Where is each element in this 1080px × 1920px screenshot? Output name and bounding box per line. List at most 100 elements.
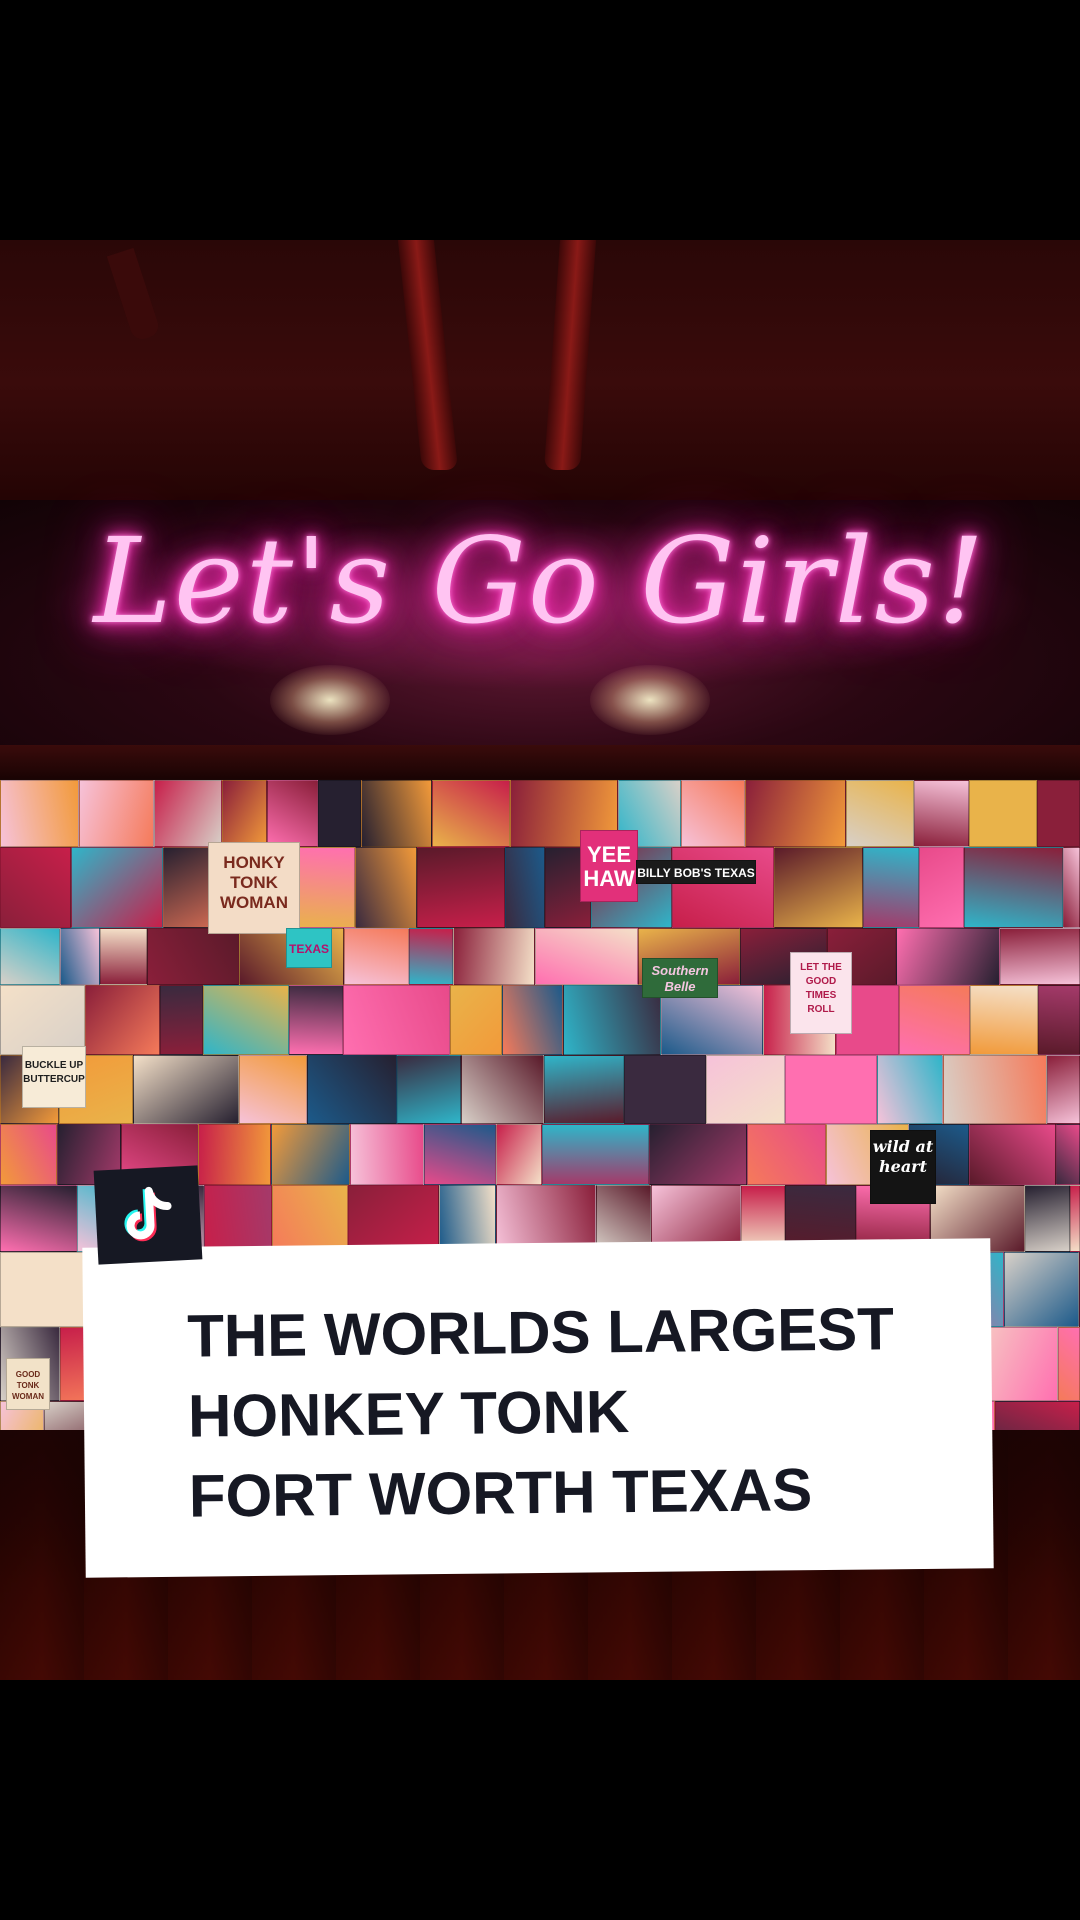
- collage-photo: [943, 1055, 1047, 1124]
- collage-photo: [60, 928, 100, 985]
- collage-photo: [348, 1185, 439, 1252]
- tiktok-badge: [93, 1165, 203, 1265]
- neon-sign: Let's Go Girls!: [93, 512, 987, 650]
- collage-photo: [0, 1124, 57, 1185]
- collage-photo: [355, 847, 417, 928]
- collage-photo: [85, 985, 160, 1055]
- collage-photo: [1047, 1055, 1080, 1124]
- collage-photo: [1000, 928, 1080, 985]
- collage-photo: [649, 1124, 747, 1185]
- collage-photo: [747, 1124, 826, 1185]
- collage-photo: [995, 1401, 1080, 1430]
- collage-photo: [100, 928, 147, 985]
- collage-photo: [0, 1185, 77, 1252]
- collage-photo: [318, 780, 361, 847]
- collage-photo: [0, 985, 85, 1055]
- collage-photo: [0, 780, 79, 847]
- collage-sign: wild at heart: [870, 1130, 936, 1204]
- collage-photo: [502, 985, 563, 1055]
- video-frame: Let's Go Girls! HONKY TONK WOMAN YEE HAW…: [0, 0, 1080, 1920]
- ceiling-beam: [397, 240, 459, 470]
- collage-photo: [204, 1185, 272, 1252]
- collage-photo: [461, 1055, 544, 1124]
- collage-photo: [1058, 1327, 1080, 1401]
- collage-photo: [289, 985, 343, 1055]
- caption-line-1: THE WORLDS LARGEST: [186, 1295, 895, 1370]
- collage-photo: [439, 1185, 496, 1252]
- collage-photo: [453, 928, 535, 985]
- collage-photo: [899, 985, 970, 1055]
- collage-photo: [745, 780, 846, 847]
- collage-photo: [681, 780, 745, 847]
- collage-photo: [307, 1055, 397, 1124]
- collage-photo: [1037, 780, 1080, 847]
- collage-photo: [1004, 1252, 1079, 1327]
- collage-photo: [785, 1055, 877, 1124]
- collage-photo: [544, 1055, 624, 1124]
- ceiling-beam: [106, 247, 162, 343]
- collage-photo: [147, 928, 239, 985]
- collage-photo: [1025, 1185, 1070, 1252]
- sign-ledge: [0, 745, 1080, 779]
- collage-photo: [409, 928, 453, 985]
- collage-sign: GOOD TONK WOMAN: [6, 1358, 50, 1410]
- collage-photo: [79, 780, 154, 847]
- collage-photo: [222, 780, 267, 847]
- collage-photo: [846, 780, 914, 847]
- collage-sign: TEXAS: [286, 928, 332, 968]
- collage-photo: [970, 985, 1038, 1055]
- collage-photo: [969, 780, 1037, 847]
- collage-sign: HONKY TONK WOMAN: [208, 842, 300, 934]
- collage-photo: [203, 985, 289, 1055]
- collage-photo: [272, 1185, 348, 1252]
- collage-sign: BUCKLE UP BUTTERCUP: [22, 1046, 86, 1108]
- collage-photo: [914, 780, 969, 847]
- collage-photo: [397, 1055, 461, 1124]
- tiktok-note-icon: [124, 1186, 172, 1242]
- collage-sign: BILLY BOB'S TEXAS: [636, 860, 756, 884]
- caption-line-2: HONKEY TONK: [187, 1378, 630, 1450]
- collage-photo: [877, 1055, 943, 1124]
- collage-photo: [424, 1124, 496, 1185]
- collage-photo: [505, 847, 545, 928]
- collage-photo: [774, 847, 863, 928]
- caption-card: THE WORLDS LARGEST HONKEY TONK FORT WORT…: [82, 1238, 994, 1578]
- collage-photo: [1063, 847, 1080, 928]
- collage-photo: [496, 1124, 542, 1185]
- caption-line-3: FORT WORTH TEXAS: [188, 1456, 813, 1530]
- collage-photo: [343, 985, 450, 1055]
- ceiling: [0, 240, 1080, 500]
- collage-sign: Southern Belle: [642, 958, 718, 998]
- collage-photo: [133, 1055, 239, 1124]
- collage-photo: [198, 1124, 271, 1185]
- collage-photo: [154, 780, 222, 847]
- collage-photo: [863, 847, 919, 928]
- collage-photo: [271, 1124, 350, 1185]
- collage-photo: [344, 928, 409, 985]
- collage-photo: [0, 928, 60, 985]
- collage-photo: [1038, 985, 1080, 1055]
- collage-sign: YEE HAW: [580, 830, 638, 902]
- collage-photo: [969, 1124, 1056, 1185]
- collage-sign: LET THE GOOD TIMES ROLL: [790, 952, 852, 1034]
- collage-photo: [0, 847, 71, 928]
- collage-photo: [267, 780, 318, 847]
- collage-photo: [361, 780, 432, 847]
- collage-photo: [417, 847, 505, 928]
- collage-photo: [450, 985, 502, 1055]
- collage-photo: [71, 847, 163, 928]
- collage-photo: [160, 985, 203, 1055]
- spotlight: [270, 665, 390, 735]
- spotlight: [590, 665, 710, 735]
- ceiling-beam: [543, 240, 597, 470]
- collage-photo: [919, 847, 964, 928]
- collage-photo: [1070, 1185, 1080, 1252]
- collage-photo: [432, 780, 510, 847]
- collage-photo: [350, 1124, 424, 1185]
- collage-photo: [1056, 1124, 1080, 1185]
- collage-photo: [535, 928, 638, 985]
- collage-photo: [706, 1055, 785, 1124]
- collage-photo: [896, 928, 1000, 985]
- collage-photo: [239, 1055, 307, 1124]
- collage-photo: [542, 1124, 649, 1185]
